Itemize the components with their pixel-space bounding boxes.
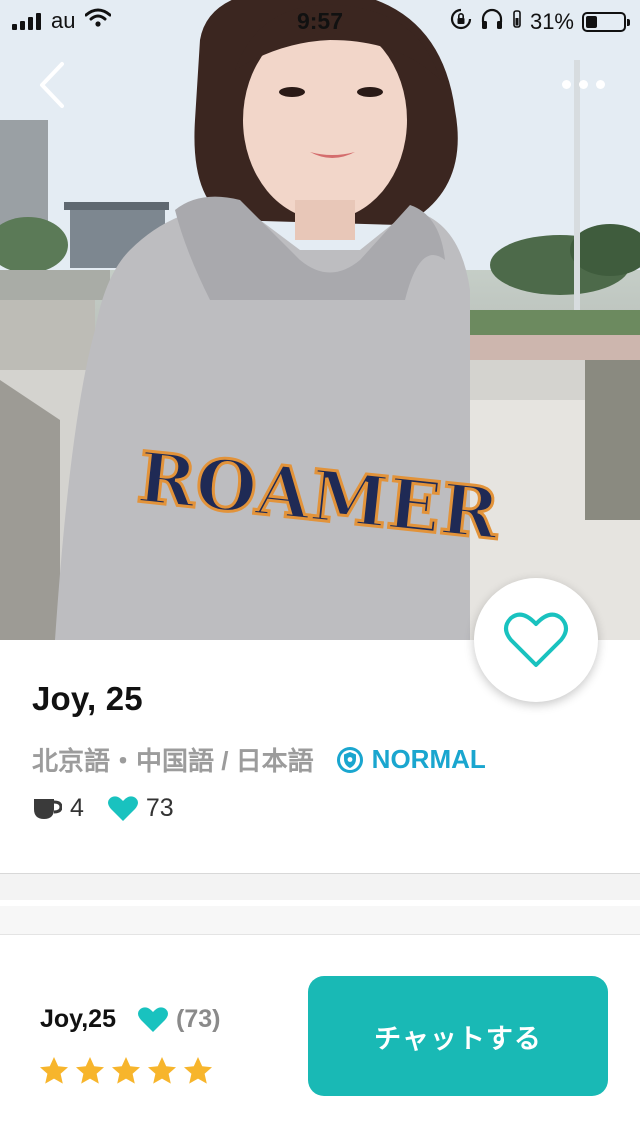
heart-icon <box>107 796 138 821</box>
bottom-likes-count: (73) <box>176 1005 221 1033</box>
shield-icon <box>336 746 363 773</box>
status-bar: au 9:57 31% <box>0 0 640 40</box>
back-button[interactable] <box>34 60 74 110</box>
star-icon <box>40 1057 68 1084</box>
coffee-cup-icon <box>34 798 62 819</box>
section-spacer <box>0 906 640 935</box>
back-chevron-icon <box>40 62 64 108</box>
bottom-bar: Joy,25 (73) チャットする <box>0 935 640 1136</box>
more-dots-icon <box>562 79 605 89</box>
star-icon <box>148 1057 176 1084</box>
heart-outline-icon <box>504 612 568 667</box>
more-options-button[interactable] <box>562 70 612 98</box>
badge-label: NORMAL <box>371 744 486 774</box>
like-count: 73 <box>145 794 174 822</box>
photo-illustration: ROAMER <box>0 0 640 640</box>
star-rating <box>38 1055 214 1087</box>
languages: 北京語・中国語 / 日本語 <box>32 746 314 776</box>
charging-icon <box>512 8 522 36</box>
coffee-stat: 4 <box>32 794 84 823</box>
headphones-icon <box>480 8 504 36</box>
star-icon <box>184 1057 212 1084</box>
chat-button[interactable]: チャットする <box>308 976 608 1096</box>
lock-rotation-icon <box>450 8 472 36</box>
coffee-count: 4 <box>70 794 84 822</box>
heart-icon <box>138 1007 168 1032</box>
profile-name-age: Joy, 25 <box>32 680 143 717</box>
bottom-likes: (73) <box>138 1005 220 1034</box>
star-icon <box>112 1057 140 1084</box>
bottom-name-age: Joy,25 <box>40 1005 116 1033</box>
favorite-button[interactable] <box>474 578 598 702</box>
language-line: 北京語・中国語 / 日本語 NORMAL <box>32 741 486 778</box>
level-badge: NORMAL <box>336 744 486 775</box>
like-stat: 73 <box>107 794 174 823</box>
profile-photo[interactable]: ROAMER au 9:57 31% <box>0 0 640 640</box>
stats-line: 4 73 <box>32 794 198 823</box>
star-icon <box>76 1057 104 1084</box>
battery-icon <box>582 12 630 32</box>
section-spacer <box>0 874 640 900</box>
battery-percent: 31% <box>529 9 574 34</box>
